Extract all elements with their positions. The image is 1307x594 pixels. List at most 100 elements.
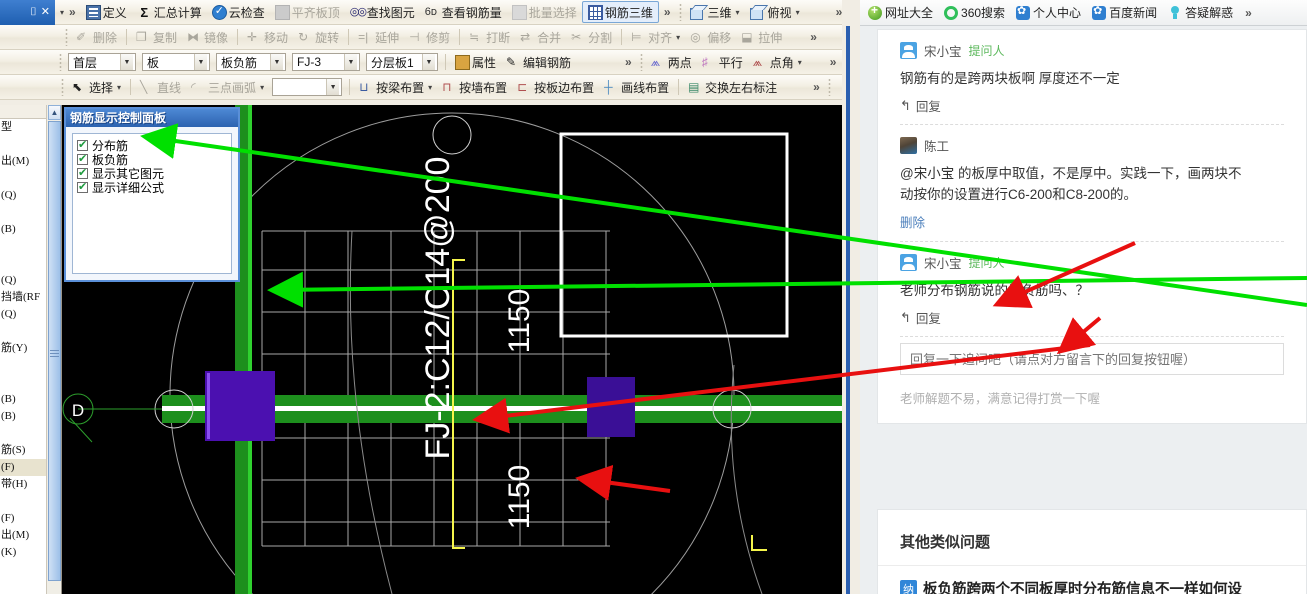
tb-copy[interactable]: ❐ 复制 xyxy=(131,26,182,48)
reply-button[interactable]: 回复 xyxy=(916,96,941,115)
combo-component-type[interactable]: 板 ▼ xyxy=(142,53,210,71)
tb-line[interactable]: ╲ 直线 xyxy=(135,76,186,98)
combo-member-value: FJ-3 xyxy=(297,55,321,69)
toolbar3-grip[interactable] xyxy=(59,53,62,71)
reply-input[interactable] xyxy=(900,343,1284,375)
tb-rebar-3d[interactable]: 钢筋三维 xyxy=(581,1,659,23)
combo-layer[interactable]: 分层板1 ▼ xyxy=(366,53,438,71)
tb-find-element[interactable]: ◎◎ 查找图元 xyxy=(345,1,420,23)
toolbar2-grip[interactable] xyxy=(65,28,68,46)
toolbar3-grip-2[interactable] xyxy=(639,53,643,71)
tb-place-by-slab-edge[interactable]: ⊏ 按板边布置 xyxy=(512,76,599,98)
similar-question-row[interactable]: 纳 板负筋跨两个不同板厚时分布筋信息不一样如何设 xyxy=(878,566,1306,594)
combo-empty[interactable]: ▼ xyxy=(272,78,343,96)
scroll-up-icon[interactable]: ▲ xyxy=(48,105,61,120)
comment-username: 宋小宝 xyxy=(924,256,962,271)
tb-move[interactable]: ✛ 移动 xyxy=(242,26,293,48)
tb-select[interactable]: ⬉ 选择 ▾ xyxy=(67,76,126,98)
chevron-down-icon[interactable]: ▼ xyxy=(326,79,340,95)
tb-point-angle[interactable]: ⩕ 点角 ▾ xyxy=(748,51,807,73)
comment-actions[interactable]: ↰ 回复 xyxy=(900,305,1284,336)
toolbar1-overflow-right[interactable]: » xyxy=(659,5,676,19)
tb-define[interactable]: 定义 xyxy=(81,1,132,23)
chevron-down-icon[interactable]: ▼ xyxy=(422,54,435,70)
tb-two-point[interactable]: ⩕ 两点 xyxy=(646,51,697,73)
chevron-down-icon[interactable]: ▼ xyxy=(120,54,133,70)
combo-sub-type[interactable]: 板负筋 ▼ xyxy=(216,53,286,71)
pin-icon[interactable]: ⌷ xyxy=(30,7,37,18)
combo-member[interactable]: FJ-3 ▼ xyxy=(292,53,360,71)
tb-split[interactable]: ✂ 分割 xyxy=(566,26,617,48)
close-icon[interactable]: ✕ xyxy=(41,7,50,18)
tb-merge[interactable]: ⇄ 合并 xyxy=(515,26,566,48)
tb-swap-annotation[interactable]: ▤ 交换左右标注 xyxy=(683,76,782,98)
similar-questions-title: 其他类似问题 xyxy=(900,534,991,551)
chevron-down-icon[interactable]: ▼ xyxy=(270,54,283,70)
toolbar3-overflow-mid[interactable]: » xyxy=(620,55,637,69)
toolbar4-overflow-right[interactable]: » xyxy=(808,80,825,94)
tb-place-beam-caret[interactable]: ▾ xyxy=(426,83,432,92)
toolbar-row-4: ⬉ 选择 ▾ ╲ 直线 ◜ 三点画弧 ▾ ▼ ⊔ 按梁布置 ▾ ⊓ 按墙布置 ⊏ 按板边布置 ┼ 画… xyxy=(0,75,860,100)
cube-icon xyxy=(689,5,706,20)
checkbox-icon[interactable] xyxy=(77,166,88,179)
tb-parallel[interactable]: ♯ 平行 xyxy=(697,51,748,73)
chevron-down-icon[interactable]: ▼ xyxy=(194,54,207,70)
navigator-tree-scrollbar[interactable]: ▲ xyxy=(46,105,61,594)
bookmark-personal-center[interactable]: 个人中心 xyxy=(1012,2,1085,23)
bookmark-wangzhidaquan[interactable]: 网址大全 xyxy=(864,2,937,23)
tb-view-top[interactable]: 俯视 ▾ xyxy=(745,1,805,23)
combo-floor[interactable]: 首层 ▼ xyxy=(68,53,136,71)
tb-batch-select[interactable]: 批量选择 xyxy=(507,1,582,23)
tb-break[interactable]: ≒ 打断 xyxy=(464,26,515,48)
bookmark-label: 个人中心 xyxy=(1033,6,1082,20)
tb-view-top-caret[interactable]: ▾ xyxy=(794,8,800,17)
tb-summary-calc[interactable]: Σ 汇总计算 xyxy=(132,1,207,23)
tb-edit-rebar[interactable]: ✎ 编辑钢筋 xyxy=(501,51,576,73)
toolbar4-grip[interactable] xyxy=(61,78,64,96)
tb-align[interactable]: ⊨ 对齐 ▾ xyxy=(626,26,685,48)
delete-button[interactable]: 删除 xyxy=(900,209,1284,241)
bookmark-overflow[interactable]: » xyxy=(1240,6,1257,20)
toolbar2-overflow-right[interactable]: » xyxy=(805,30,822,44)
toolbar3-overflow-right[interactable]: » xyxy=(825,55,842,69)
rebar-extent-right xyxy=(751,535,767,551)
tb-point-angle-caret[interactable]: ▾ xyxy=(796,58,802,67)
tb-place-by-beam[interactable]: ⊔ 按梁布置 ▾ xyxy=(354,76,437,98)
tb-properties[interactable]: 属性 xyxy=(450,51,501,73)
checkbox-row-detail-formula[interactable]: 显示详细公式 xyxy=(77,180,231,195)
tb-place-by-wall[interactable]: ⊓ 按墙布置 xyxy=(437,76,512,98)
reply-button[interactable]: 回复 xyxy=(916,308,941,327)
toolbar4-grip-2[interactable] xyxy=(827,78,831,96)
bookmark-qa[interactable]: 答疑解惑 xyxy=(1164,2,1237,23)
tb-align-caret[interactable]: ▾ xyxy=(674,33,680,42)
tb-delete[interactable]: ✐ 删除 xyxy=(71,26,122,48)
checkbox-icon[interactable] xyxy=(77,180,88,193)
comment-user-tag: 提问人 xyxy=(968,255,1005,270)
toolbar1-overflow-left[interactable]: » xyxy=(64,5,81,19)
bookmark-baidu-news[interactable]: 百度新闻 xyxy=(1088,2,1161,23)
comment-actions[interactable]: ↰ 回复 xyxy=(900,93,1284,124)
bookmark-360search[interactable]: 360搜索 xyxy=(940,2,1009,23)
tb-select-caret[interactable]: ▾ xyxy=(115,83,121,92)
tb-trim[interactable]: ⊣ 修剪 xyxy=(404,26,455,48)
tb-view-rebar-qty[interactable]: 6ᴅ 查看钢筋量 xyxy=(420,1,507,23)
tb-arc-caret[interactable]: ▾ xyxy=(258,83,264,92)
tb-stretch[interactable]: ⬓ 拉伸 xyxy=(736,26,787,48)
tb-view-3d-caret[interactable]: ▾ xyxy=(734,8,740,17)
extend-icon: =| xyxy=(358,29,369,44)
similar-question-title[interactable]: 板负筋跨两个不同板厚时分布筋信息不一样如何设 xyxy=(923,578,1242,594)
toolbar1-grip[interactable] xyxy=(678,3,682,21)
tb-offset[interactable]: ◎ 偏移 xyxy=(685,26,736,48)
rebar-display-control-panel[interactable]: 钢筋显示控制面板 分布筋 板负筋 显示其它图元 显示详细公式 xyxy=(64,107,240,282)
tb-cloud-check[interactable]: 云检查 xyxy=(207,1,270,23)
checkbox-icon[interactable] xyxy=(77,138,88,151)
checkbox-icon[interactable] xyxy=(77,152,88,165)
tb-mirror[interactable]: ⧓ 镜像 xyxy=(182,26,233,48)
tb-extend[interactable]: =| 延伸 xyxy=(353,26,404,48)
tb-three-point-arc[interactable]: ◜ 三点画弧 ▾ xyxy=(186,76,269,98)
tb-flat-slab-top[interactable]: 平齐板顶 xyxy=(270,1,345,23)
tb-rotate[interactable]: ↻ 旋转 xyxy=(293,26,344,48)
tb-view-3d[interactable]: 三维 ▾ xyxy=(685,1,745,23)
tb-place-by-line[interactable]: ┼ 画线布置 xyxy=(599,76,674,98)
chevron-down-icon[interactable]: ▼ xyxy=(344,54,357,70)
